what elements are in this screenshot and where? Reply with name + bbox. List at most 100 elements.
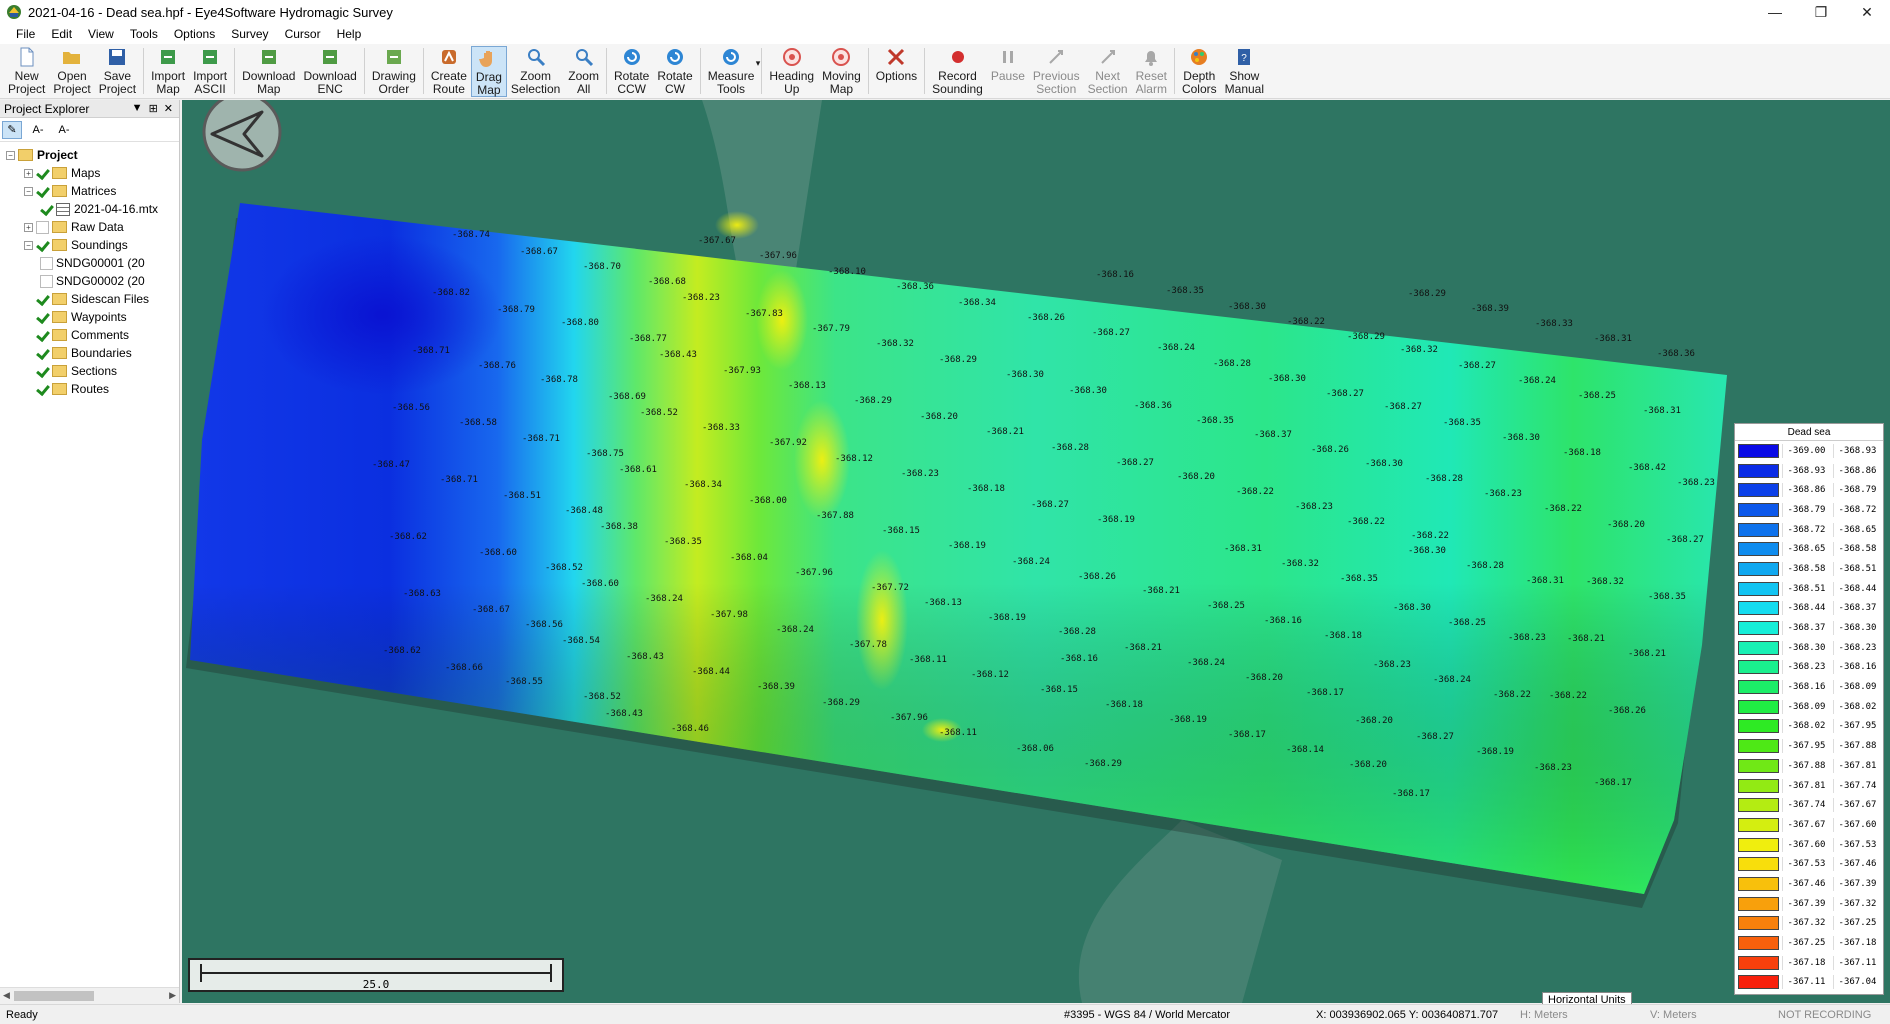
checkbox-checked[interactable]	[36, 365, 49, 378]
sounding-label: -368.29	[854, 396, 892, 406]
checkbox-unchecked[interactable]	[40, 256, 53, 270]
scroll-right-icon[interactable]: ▶	[169, 990, 176, 1001]
record-sounding-button[interactable]: Record Sounding	[928, 46, 987, 97]
checkbox-checked[interactable]	[36, 185, 49, 198]
tree-item-routes[interactable]: Routes	[0, 380, 179, 398]
sounding-label: -368.22	[1411, 531, 1449, 541]
zoom-selection-button[interactable]: Zoom Selection	[507, 46, 564, 97]
tree-item-boundaries[interactable]: Boundaries	[0, 344, 179, 362]
legend-to-value: -367.88	[1833, 739, 1881, 754]
heading-up-button[interactable]: Heading Up	[765, 46, 818, 97]
panel-dropdown-icon[interactable]: ▼	[132, 102, 143, 115]
drawing-order-button[interactable]: Drawing Order	[368, 46, 420, 97]
font-smaller-icon[interactable]: A-	[28, 121, 48, 139]
import-map-button[interactable]: Import Map	[147, 46, 189, 97]
create-route-button[interactable]: Create Route	[427, 46, 471, 97]
scrollbar-thumb[interactable]	[14, 991, 94, 1001]
menu-help[interactable]: Help	[329, 27, 370, 41]
panel-close-icon[interactable]: ✕	[164, 102, 173, 115]
download-map-button[interactable]: Download Map	[238, 46, 299, 97]
collapse-icon[interactable]: −	[6, 150, 15, 160]
sounding-label: -367.79	[812, 324, 850, 334]
map-canvas[interactable]: -368.74 -368.67 -368.70 -368.68 -368.82 -368.…	[182, 100, 1890, 1003]
sounding-label: -368.20	[1245, 673, 1283, 683]
menu-tools[interactable]: Tools	[122, 27, 166, 41]
checkbox-unchecked[interactable]	[40, 274, 53, 288]
close-button[interactable]: ✕	[1844, 0, 1890, 24]
options-button[interactable]: Options	[872, 46, 921, 97]
tree-item-2021-04-16-mtx[interactable]: 2021-04-16.mtx	[0, 200, 179, 218]
north-arrow-icon[interactable]	[202, 100, 282, 172]
tree-item-soundings[interactable]: − Soundings	[0, 236, 179, 254]
scroll-left-icon[interactable]: ◀	[3, 990, 10, 1001]
tree-item-matrices[interactable]: − Matrices	[0, 182, 179, 200]
tree-item-waypoints[interactable]: Waypoints	[0, 308, 179, 326]
sounding-label: -368.29	[939, 355, 977, 365]
tree-item-project[interactable]: − Project	[0, 146, 179, 164]
checkbox-checked[interactable]	[36, 383, 49, 396]
sounding-label: -368.27	[1458, 361, 1496, 371]
import-ascii-button[interactable]: Import ASCII	[189, 46, 231, 97]
panel-pin-icon[interactable]: ⊞	[149, 102, 158, 115]
tree-item-sections[interactable]: Sections	[0, 362, 179, 380]
tree-item-raw-data[interactable]: + Raw Data	[0, 218, 179, 236]
checkbox-checked[interactable]	[36, 329, 49, 342]
tree-item-comments[interactable]: Comments	[0, 326, 179, 344]
reset-alarm-button[interactable]: Reset Alarm	[1132, 46, 1171, 97]
menu-edit[interactable]: Edit	[43, 27, 80, 41]
menu-options[interactable]: Options	[166, 27, 223, 41]
edit-icon[interactable]: ✎	[2, 120, 22, 139]
zoom-all-button[interactable]: Zoom All	[564, 46, 603, 97]
checkbox-checked[interactable]	[36, 293, 49, 306]
legend-row: -368.44 -368.37	[1735, 599, 1883, 619]
drag-map-button[interactable]: Drag Map	[470, 46, 507, 97]
expand-icon[interactable]: +	[24, 222, 33, 232]
tree-item-sndg00002-20[interactable]: SNDG00002 (20	[0, 272, 179, 290]
download-enc-button[interactable]: Download ENC	[299, 46, 360, 97]
sounding-label: -368.43	[605, 709, 643, 719]
font-larger-icon[interactable]: A-	[54, 121, 74, 139]
depth-colors-button[interactable]: Depth Colors	[1178, 46, 1221, 97]
new-project-button[interactable]: New Project	[4, 46, 49, 97]
map-view[interactable]: -368.74 -368.67 -368.70 -368.68 -368.82 -368.…	[182, 100, 1890, 1003]
collapse-icon[interactable]: −	[24, 186, 33, 196]
menu-cursor[interactable]: Cursor	[277, 27, 329, 41]
save-project-button[interactable]: Save Project	[95, 46, 140, 97]
legend-from-value: -367.60	[1782, 837, 1830, 852]
folder-icon	[52, 383, 67, 395]
show-manual-button[interactable]: ? Show Manual	[1221, 46, 1268, 97]
tree-item-sidescan-files[interactable]: Sidescan Files	[0, 290, 179, 308]
checkbox-checked[interactable]	[36, 311, 49, 324]
menu-survey[interactable]: Survey	[223, 27, 276, 41]
open-project-button[interactable]: Open Project	[49, 46, 94, 97]
pause-button[interactable]: Pause	[987, 46, 1029, 97]
collapse-icon[interactable]: −	[24, 240, 33, 250]
horizontal-scrollbar[interactable]: ◀ ▶	[0, 987, 179, 1003]
moving-map-button[interactable]: Moving Map	[818, 46, 865, 97]
next-section-button[interactable]: Next Section	[1084, 46, 1132, 97]
previous-section-button[interactable]: Previous Section	[1029, 46, 1084, 97]
menu-view[interactable]: View	[80, 27, 122, 41]
checkbox-checked[interactable]	[40, 203, 53, 216]
tree-item-maps[interactable]: + Maps	[0, 164, 179, 182]
menu-file[interactable]: File	[8, 27, 43, 41]
checkbox-checked[interactable]	[36, 167, 49, 180]
sounding-label: -368.24	[1012, 557, 1050, 567]
checkbox-unchecked[interactable]	[36, 220, 49, 234]
rotate-cw-button[interactable]: Rotate CW	[653, 46, 696, 97]
tree-item-sndg00001-20[interactable]: SNDG00001 (20	[0, 254, 179, 272]
legend-row: -367.60 -367.53	[1735, 835, 1883, 855]
measure-tools-button[interactable]: Measure Tools ▾	[704, 46, 761, 97]
download-map-icon	[259, 47, 279, 67]
restore-button[interactable]: ❐	[1798, 0, 1844, 24]
legend-swatch	[1738, 680, 1779, 695]
checkbox-checked[interactable]	[36, 239, 49, 252]
dropdown-arrow-icon[interactable]: ▾	[756, 57, 761, 70]
sounding-label: -368.56	[525, 620, 563, 630]
sounding-label: -368.32	[1281, 559, 1319, 569]
sounding-label: -367.88	[816, 511, 854, 521]
minimize-button[interactable]: —	[1752, 0, 1798, 24]
checkbox-checked[interactable]	[36, 347, 49, 360]
expand-icon[interactable]: +	[24, 168, 33, 178]
rotate-ccw-button[interactable]: Rotate CCW	[610, 46, 653, 97]
